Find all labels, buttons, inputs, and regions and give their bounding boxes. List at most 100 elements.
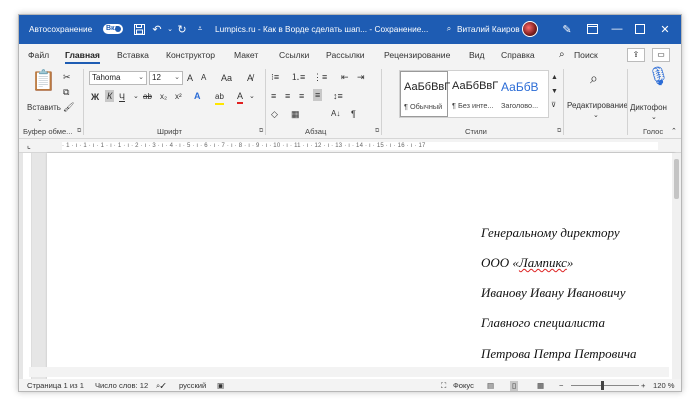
tab-file[interactable]: Файл [28,44,49,66]
doc-line-addressee[interactable]: Генеральному директору [481,225,620,241]
sort-icon[interactable]: А↓ [331,108,340,120]
font-launcher-icon[interactable]: ⧉ [259,128,263,135]
editing-dropdown-icon[interactable]: ⌄ [593,110,599,122]
doc-line-director-name[interactable]: Иванову Ивану Ивановичу [481,285,625,301]
paste-button[interactable]: Вставить [27,102,61,114]
clipboard-launcher-icon[interactable]: ⧉ [77,128,81,135]
microphone-icon[interactable]: 🎙 [647,67,670,85]
align-left-icon[interactable]: ≡ [271,90,276,102]
tab-home[interactable]: Главная [65,44,100,66]
zoom-out-button[interactable]: − [559,381,563,391]
web-layout-icon[interactable]: ▦ [537,381,544,391]
style-no-spacing[interactable]: АаБбВвГ ¶ Без инте... [449,71,498,117]
borders-icon[interactable]: ▦ [291,108,300,120]
italic-button[interactable]: К [105,90,115,102]
save-icon[interactable] [131,21,147,37]
styles-launcher-icon[interactable]: ⧉ [557,128,561,135]
word-count[interactable]: Число слов: 12 [95,381,148,391]
font-size-combo[interactable]: 12 ⌄ [149,71,183,85]
text-effects-icon[interactable]: A [194,90,201,102]
find-icon[interactable]: ⌕ [590,71,598,85]
share-icon[interactable]: ⇪ [627,48,645,62]
bullets-icon[interactable]: ⁝≡ [271,71,279,83]
tab-review[interactable]: Рецензирование [384,44,450,66]
justify-icon[interactable]: ≡ [313,89,323,101]
zoom-slider[interactable] [571,385,639,386]
scrollbar-thumb[interactable] [674,159,679,199]
search-icon[interactable]: ⌕ [559,49,565,60]
tab-insert[interactable]: Вставка [117,44,149,66]
superscript-button[interactable]: x² [175,91,182,103]
paragraph-launcher-icon[interactable]: ⧉ [375,128,379,135]
multilevel-list-icon[interactable]: ⋮≡ [313,71,327,83]
vertical-scrollbar[interactable] [672,153,681,379]
avatar[interactable] [522,21,538,37]
zoom-level[interactable]: 120 % [653,381,675,391]
font-color-dropdown-icon[interactable]: ⌄ [249,91,255,103]
styles-more-icon[interactable]: ⊽ [551,100,556,112]
close-icon[interactable]: ✕ [657,21,673,37]
clear-formatting-icon[interactable]: A̸ [247,72,253,84]
page-count[interactable]: Страница 1 из 1 [27,381,84,391]
line-spacing-icon[interactable]: ↕≡ [333,90,343,102]
underline-button[interactable]: Ч [119,91,125,103]
font-color-icon[interactable]: A [237,90,244,104]
align-center-icon[interactable]: ≡ [285,90,290,102]
shading-icon[interactable]: ◇ [271,108,278,120]
accessibility-icon[interactable]: ▣ [217,381,224,391]
paste-icon[interactable]: 📋 [31,70,56,92]
increase-indent-icon[interactable]: ⇥ [357,71,365,83]
underline-dropdown-icon[interactable]: ⌄ [133,91,139,103]
horizontal-scrollbar[interactable] [29,367,669,377]
show-marks-icon[interactable]: ¶ [351,108,356,120]
tab-view[interactable]: Вид [469,44,485,66]
comments-icon[interactable]: ▭ [652,48,670,62]
focus-icon[interactable]: ⛶ [441,381,446,391]
format-painter-icon[interactable]: 🖌 [63,101,74,113]
zoom-in-button[interactable]: + [641,381,645,391]
doc-line-position[interactable]: Главного специалиста [481,315,605,331]
autosave-toggle[interactable]: Вкл [103,24,123,34]
maximize-icon[interactable] [632,21,648,37]
tab-design[interactable]: Конструктор [166,44,215,66]
tab-selector-icon[interactable]: ⌞ [27,141,31,150]
numbering-icon[interactable]: ⒈≡ [291,71,305,83]
search-label[interactable]: Поиск [574,44,598,66]
tab-mailings[interactable]: Рассылки [326,44,365,66]
tab-references[interactable]: Ссылки [279,44,309,66]
user-name[interactable]: Виталий Каиров [457,24,520,34]
proofing-icon[interactable]: ⌕✓ [156,381,166,391]
paste-dropdown-icon[interactable]: ⌄ [37,114,43,126]
redo-icon[interactable]: ↻ [174,21,190,37]
styles-scroll-down-icon[interactable]: ▼ [551,86,558,98]
tab-help[interactable]: Справка [501,44,535,66]
focus-mode[interactable]: Фокус [453,381,474,391]
bold-button[interactable]: Ж [91,91,99,103]
customize-icon[interactable]: ⩡ [192,21,208,37]
language[interactable]: русский [179,381,206,391]
read-mode-icon[interactable]: ▤ [487,381,494,391]
shrink-font-icon[interactable]: A [201,72,206,84]
subscript-button[interactable]: x₂ [160,91,167,103]
highlight-icon[interactable]: ab [215,91,224,105]
dictate-button[interactable]: Диктофон [630,102,667,114]
style-normal[interactable]: АаБбВвГ ¶ Обычный [400,71,450,117]
print-layout-icon[interactable]: ▯ [510,381,519,391]
minimize-icon[interactable]: — [609,21,625,37]
vertical-ruler[interactable] [23,153,32,379]
zoom-slider-thumb[interactable] [601,381,604,390]
grow-font-icon[interactable]: A [187,72,193,84]
doc-line-sender-name[interactable]: Петрова Петра Петровича [481,346,637,362]
doc-line-company[interactable]: ООО «Лампикс» [481,255,573,271]
pen-icon[interactable]: ✎ [559,21,575,37]
tab-layout[interactable]: Макет [234,44,258,66]
decrease-indent-icon[interactable]: ⇤ [341,71,349,83]
change-case-button[interactable]: Aa [221,72,232,84]
copy-icon[interactable]: ⧉ [63,86,69,98]
horizontal-ruler[interactable]: ⌞ · 1 · ı · 1 · ı · 1 · ı · 1 · ı · 2 · … [19,139,681,153]
restore-icon[interactable] [584,21,600,37]
collapse-ribbon-icon[interactable]: ⌃ [671,126,677,138]
cut-icon[interactable]: ✂ [63,71,71,83]
strikethrough-button[interactable]: ab [143,91,152,103]
misspelled-word[interactable]: Лампикс [519,255,567,270]
